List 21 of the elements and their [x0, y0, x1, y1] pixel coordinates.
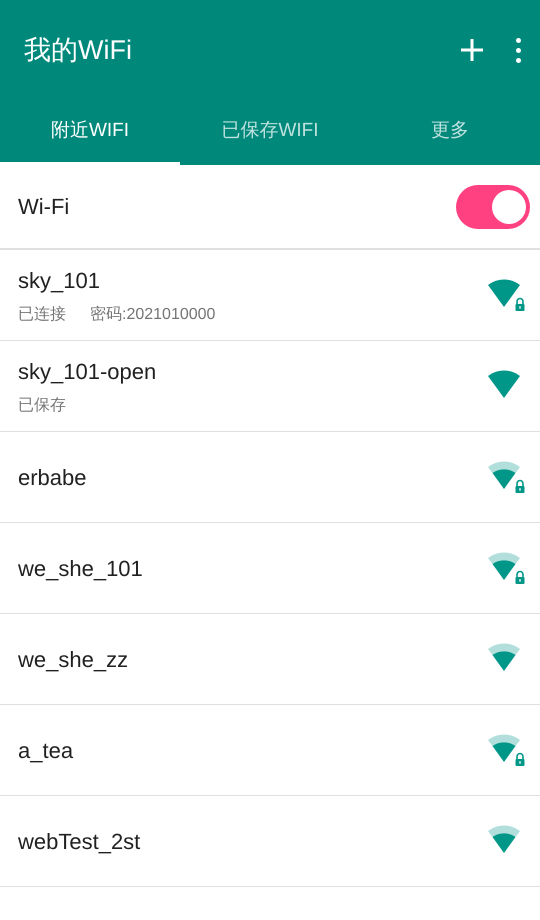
wifi-toggle[interactable]: [456, 184, 530, 228]
app-title: 我的WiFi: [24, 34, 133, 67]
network-name: we_she_101: [18, 554, 143, 582]
network-row[interactable]: a_tea: [0, 705, 540, 796]
tab[interactable]: 附近WIFI: [0, 100, 180, 165]
network-name: a_tea: [18, 736, 74, 764]
network-row[interactable]: sky_101 已连接 密码:2021010000: [0, 250, 540, 341]
network-row[interactable]: we_she_zz: [0, 614, 540, 705]
network-row[interactable]: sky_101-open 已保存: [0, 341, 540, 432]
wifi-label: Wi-Fi: [18, 193, 70, 221]
network-status: 已连接: [18, 304, 66, 324]
network-name: we_she_zz: [18, 646, 128, 674]
network-name: webTest_2st: [18, 828, 140, 856]
network-name: erbabe: [18, 464, 87, 492]
network-row[interactable]: erbabe: [0, 432, 540, 523]
network-name: sky_101-open: [18, 358, 156, 386]
network-status: 已保存: [18, 396, 66, 416]
network-password: 密码:2021010000: [90, 304, 216, 324]
network-row[interactable]: webTest_2st: [0, 796, 540, 887]
network-row[interactable]: we_she_101: [0, 523, 540, 614]
network-name: sky_101: [18, 266, 101, 295]
